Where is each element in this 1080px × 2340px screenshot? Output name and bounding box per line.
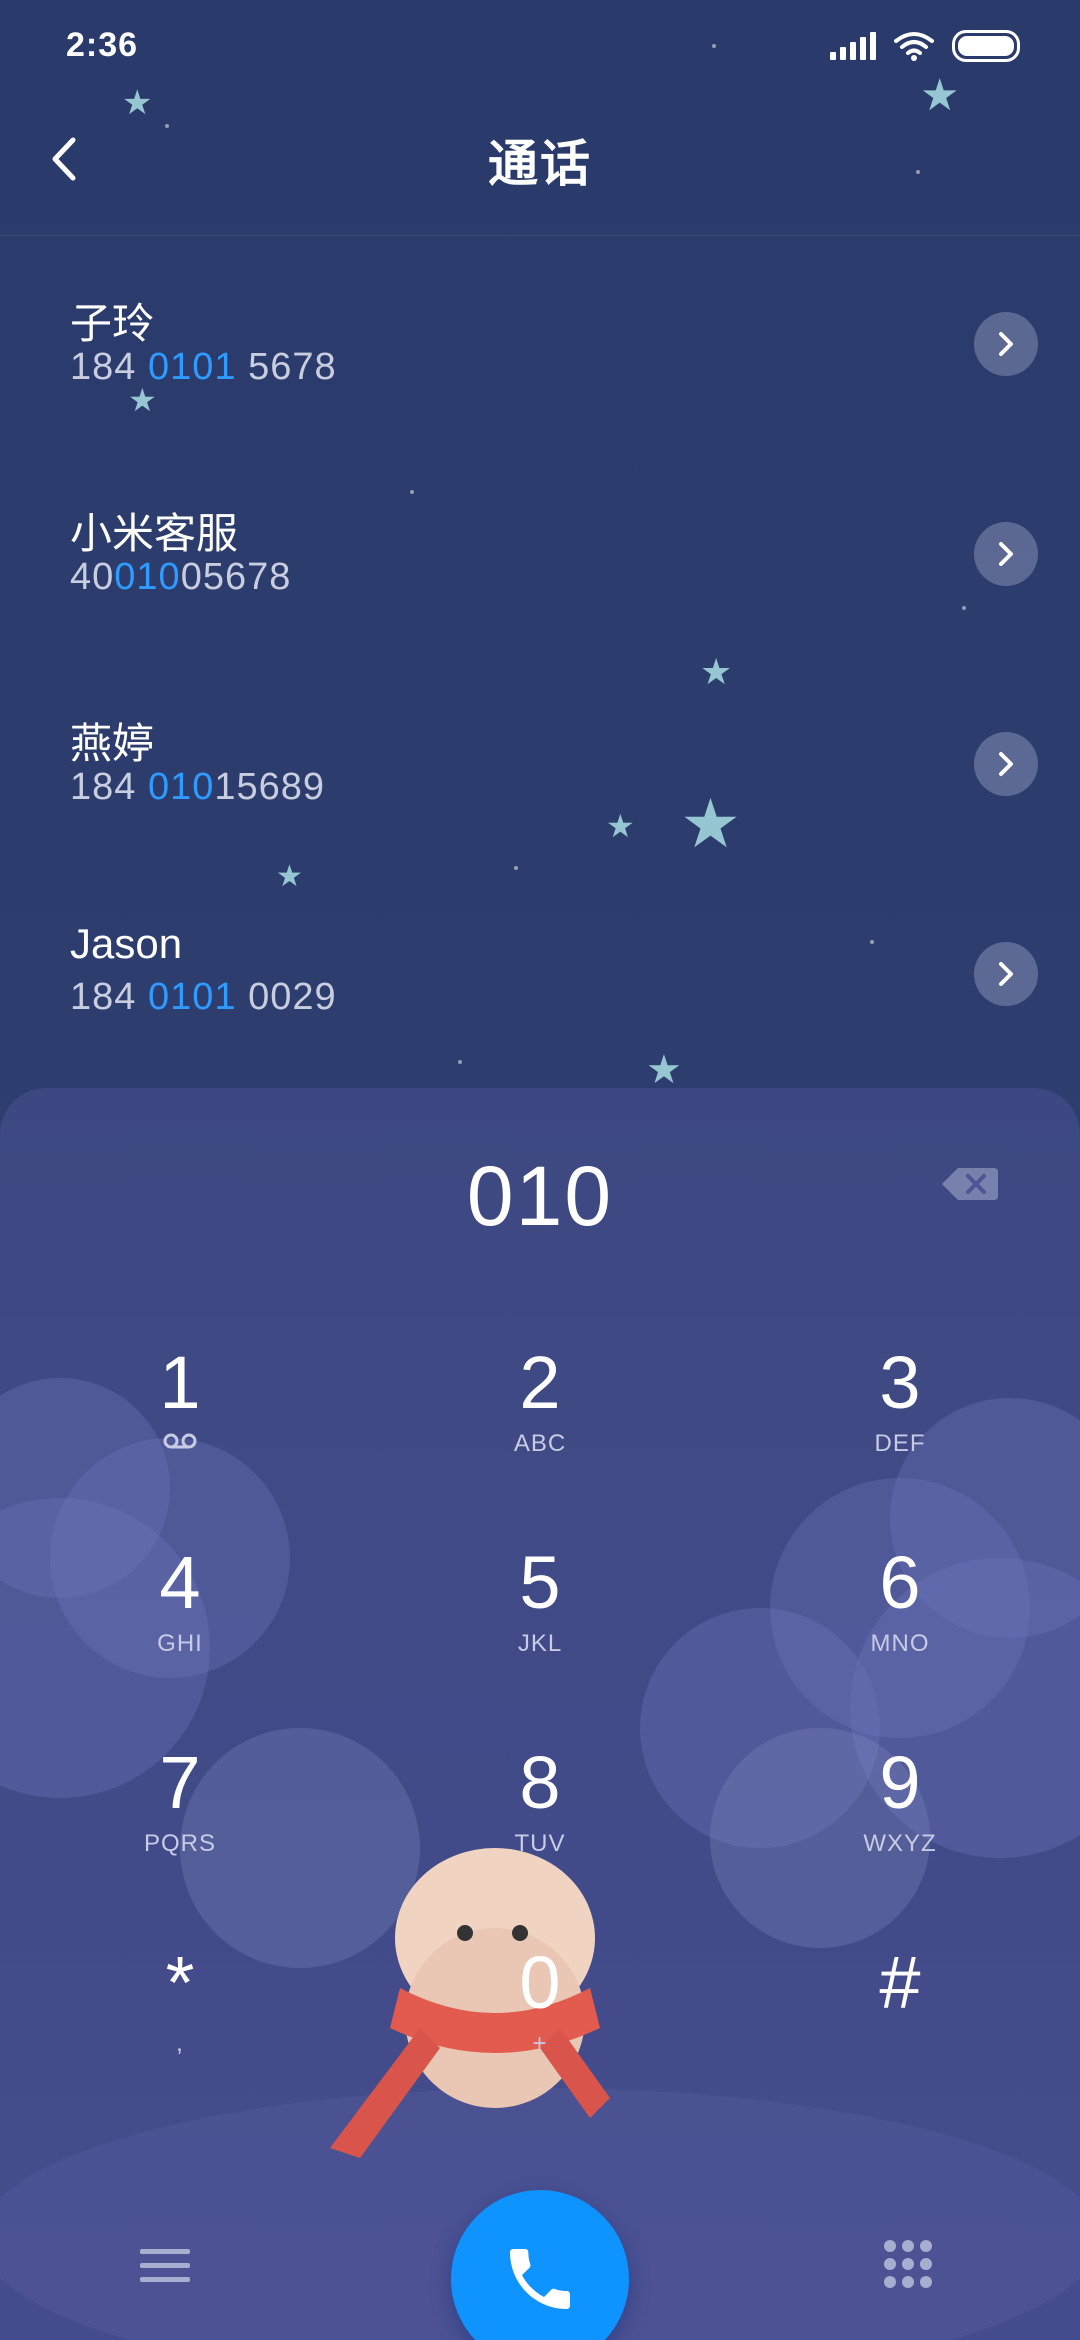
- key-letters: PQRS: [143, 1830, 216, 1857]
- signal-icon: [830, 32, 876, 60]
- key-star[interactable]: * ,: [0, 1928, 360, 2128]
- list-item[interactable]: Jason 184 0101 0029: [0, 890, 1080, 1100]
- contact-name: 小米客服: [70, 510, 239, 557]
- number-match: 010: [147, 766, 215, 808]
- key-letters: DEF: [874, 1430, 926, 1457]
- key-digit: *: [165, 1941, 195, 2024]
- number-prefix: 184: [70, 346, 148, 388]
- key-digit: 1: [159, 1341, 201, 1424]
- key-letters: WXYZ: [863, 1830, 937, 1857]
- contact-name: Jason: [70, 920, 183, 967]
- key-subtitle: +: [532, 2030, 548, 2057]
- key-digit: 2: [519, 1341, 561, 1424]
- status-bar: 2:36: [0, 0, 1080, 96]
- contact-detail-button[interactable]: [974, 942, 1038, 1006]
- contact-name: 燕婷: [70, 720, 155, 767]
- status-time: 2:36: [66, 26, 139, 64]
- chevron-right-icon: [999, 962, 1013, 986]
- key-letters: TUV: [514, 1830, 566, 1857]
- menu-button[interactable]: [140, 2240, 190, 2290]
- key-digit: 6: [879, 1541, 921, 1624]
- contact-number: 184 0101 0029: [70, 976, 1080, 1019]
- number-suffix: 0029: [236, 976, 337, 1018]
- list-item[interactable]: 子玲 184 0101 5678: [0, 260, 1080, 470]
- dialed-number: 010: [466, 1149, 614, 1243]
- contact-detail-button[interactable]: [974, 732, 1038, 796]
- number-prefix: 184: [70, 976, 148, 1018]
- key-hash[interactable]: #: [720, 1928, 1080, 2128]
- number-prefix: 184: [70, 766, 148, 808]
- dialpad: 1 2 ABC 3 DEF 4 GHI 5 JKL 6 MNO 7 PQRS 8…: [0, 1328, 1080, 2128]
- key-digit: 4: [159, 1541, 201, 1624]
- chevron-right-icon: [999, 332, 1013, 356]
- key-4[interactable]: 4 GHI: [0, 1528, 360, 1728]
- number-suffix: 5678: [236, 346, 337, 388]
- chevron-right-icon: [999, 752, 1013, 776]
- key-letters: JKL: [517, 1630, 563, 1657]
- wifi-icon: [894, 32, 934, 61]
- call-button[interactable]: [451, 2190, 629, 2340]
- key-digit: 0: [519, 1941, 561, 2024]
- key-letters: ABC: [513, 1430, 567, 1457]
- contact-number: 4001005678: [70, 556, 1080, 599]
- key-letters: GHI: [157, 1630, 203, 1657]
- voicemail-icon: [163, 1433, 197, 1449]
- list-item[interactable]: 小米客服 4001005678: [0, 470, 1080, 680]
- key-7[interactable]: 7 PQRS: [0, 1728, 360, 1928]
- dialpad-toggle-button[interactable]: [884, 2240, 932, 2298]
- key-digit: 9: [879, 1741, 921, 1824]
- key-5[interactable]: 5 JKL: [360, 1528, 720, 1728]
- key-letters: MNO: [870, 1630, 930, 1657]
- number-match: 0101: [147, 346, 237, 388]
- key-3[interactable]: 3 DEF: [720, 1328, 1080, 1528]
- key-9[interactable]: 9 WXYZ: [720, 1728, 1080, 1928]
- delete-button[interactable]: [940, 1164, 1000, 1204]
- contact-name: 子玲: [70, 300, 155, 347]
- key-digit: 5: [519, 1541, 561, 1624]
- number-suffix: 15689: [214, 766, 326, 808]
- menu-icon: [140, 2248, 190, 2254]
- number-match: 0101: [147, 976, 237, 1018]
- page-title: 通话: [488, 136, 592, 192]
- dialer-panel: 010 1 2 ABC 3 DEF 4 GHI 5 JKL 6 MNO 7 PQ…: [0, 1088, 1080, 2340]
- contact-detail-button[interactable]: [974, 312, 1038, 376]
- number-suffix: 05678: [180, 556, 292, 598]
- key-subtitle: [162, 1430, 198, 1460]
- search-results-list: 子玲 184 0101 5678 小米客服 4001005678 燕婷 184 …: [0, 260, 1080, 1100]
- number-match: 010: [114, 556, 181, 598]
- status-icons: [830, 30, 1020, 62]
- key-2[interactable]: 2 ABC: [360, 1328, 720, 1528]
- contact-detail-button[interactable]: [974, 522, 1038, 586]
- key-8[interactable]: 8 TUV: [360, 1728, 720, 1928]
- title-bar: 通话: [0, 96, 1080, 236]
- key-digit: #: [879, 1941, 921, 2024]
- key-subtitle: ,: [176, 2030, 184, 2057]
- key-digit: 7: [159, 1741, 201, 1824]
- list-item[interactable]: 燕婷 184 01015689: [0, 680, 1080, 890]
- dialpad-icon: [884, 2240, 896, 2252]
- dialer-bottom-bar: [0, 2150, 1080, 2340]
- number-prefix: 40: [70, 556, 115, 598]
- key-0[interactable]: 0 +: [360, 1928, 720, 2128]
- contact-number: 184 0101 5678: [70, 346, 1080, 389]
- key-1[interactable]: 1: [0, 1328, 360, 1528]
- phone-icon: [510, 2249, 570, 2309]
- battery-icon: [952, 30, 1020, 62]
- key-digit: 3: [879, 1341, 921, 1424]
- key-6[interactable]: 6 MNO: [720, 1528, 1080, 1728]
- backspace-icon: [942, 1168, 998, 1200]
- contact-number: 184 01015689: [70, 766, 1080, 809]
- chevron-right-icon: [999, 542, 1013, 566]
- key-digit: 8: [519, 1741, 561, 1824]
